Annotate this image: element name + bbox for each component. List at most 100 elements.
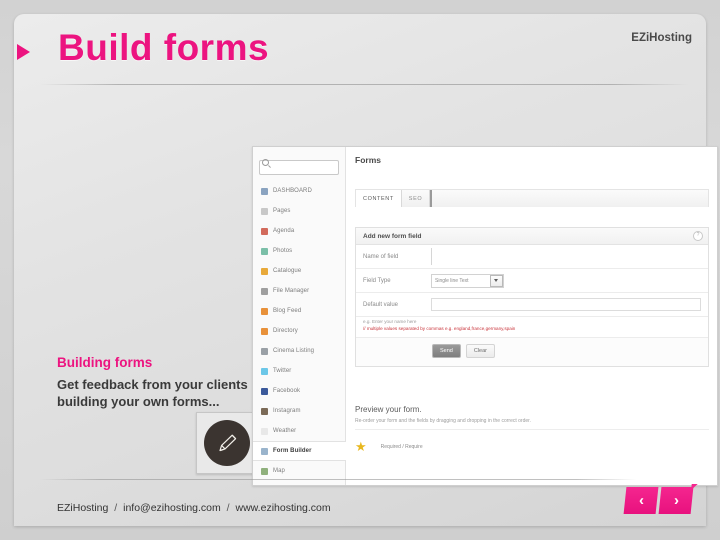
name-of-field-row: Name of field — [356, 245, 708, 269]
sidebar-item[interactable]: DASHBOARD — [253, 181, 345, 201]
sidebar-item-label: Map — [273, 468, 285, 474]
panel-button-row: Send Clear — [356, 337, 708, 366]
sidebar-menu: DASHBOARD Pages Agenda Photos Catalogue File … — [253, 181, 346, 481]
sidebar-item-label: Weather — [273, 428, 297, 434]
sidebar-item-label: Twitter — [273, 368, 292, 374]
dashboard-icon — [261, 187, 268, 195]
screenshot-main-pane: Forms CONTENT SEO Add new form field ? Na… — [346, 147, 717, 485]
sidebar-item[interactable]: Directory — [253, 321, 345, 341]
sidebar-item-label: Facebook — [273, 388, 301, 394]
pencil-thumbnail — [196, 412, 258, 474]
screenshot-sidebar: DASHBOARD Pages Agenda Photos Catalogue File … — [253, 147, 346, 485]
brand-label: EZiHosting — [631, 32, 692, 44]
chevron-down-icon[interactable] — [489, 274, 503, 287]
sidebar-item-label: Photos — [273, 248, 293, 254]
tab-bar: CONTENT SEO — [355, 189, 709, 207]
tab-end-divider — [430, 190, 433, 207]
sidebar-item[interactable]: Facebook — [253, 381, 345, 401]
field-type-row: Field Type Single line Text — [356, 269, 708, 293]
footer-text: EZiHosting / info@ezihosting.com / www.e… — [57, 502, 331, 514]
hint-red-text: // multiple values separated by commas e… — [363, 325, 516, 331]
sidebar-item[interactable]: Catalogue — [253, 261, 345, 281]
clear-button[interactable]: Clear — [465, 343, 496, 358]
instagram-icon — [261, 407, 268, 415]
sidebar-item[interactable]: Map — [253, 461, 345, 481]
footer-divider — [40, 479, 636, 480]
sidebar-item[interactable]: Form Builder — [253, 441, 346, 461]
product-screenshot: DASHBOARD Pages Agenda Photos Catalogue File … — [252, 146, 718, 486]
cinema-listing-icon — [261, 347, 268, 355]
preview-subtitle: Re-order your form and the fields by dra… — [355, 414, 709, 430]
sidebar-item[interactable]: Photos — [253, 241, 345, 261]
sidebar-item[interactable]: File Manager — [253, 281, 345, 301]
copy-body: Get feedback from your clients by buildi… — [57, 377, 267, 410]
slide-background: Build forms EZiHosting Building forms Ge… — [0, 0, 720, 540]
tab-seo[interactable]: SEO — [402, 190, 431, 207]
hint-grey-text: e.g. Enter your name here — [363, 319, 417, 324]
slide-card: Build forms EZiHosting Building forms Ge… — [14, 14, 718, 526]
next-slide-button[interactable]: › — [658, 487, 694, 514]
sidebar-item[interactable]: Instagram — [253, 401, 345, 421]
panel-header: Add new form field ? — [356, 228, 708, 245]
copy-heading: Building forms — [57, 355, 153, 370]
chevron-left-icon: ‹ — [638, 492, 644, 509]
file-manager-icon — [261, 287, 268, 295]
agenda-icon — [261, 227, 268, 235]
default-value-input[interactable] — [431, 298, 701, 311]
field-type-label: Field Type — [363, 277, 391, 284]
page-title: Build forms — [58, 27, 270, 68]
sidebar-item-label: Directory — [273, 328, 298, 334]
footer-separator-2: / — [226, 502, 230, 514]
sidebar-item-label: File Manager — [273, 288, 310, 294]
preview-section: Preview your form. Re-order your form an… — [355, 405, 709, 453]
field-type-value: Single line Text — [435, 277, 469, 284]
header-divider — [40, 84, 688, 85]
question-mark-icon[interactable]: ? — [693, 231, 703, 241]
sidebar-item-label: Instagram — [273, 408, 301, 414]
twitter-icon — [261, 367, 268, 375]
default-value-row: Default value — [356, 293, 708, 317]
send-button[interactable]: Send — [432, 343, 461, 358]
required-label: Required / Require — [380, 443, 423, 450]
footer-separator-1: / — [114, 502, 118, 514]
search-icon — [262, 158, 269, 166]
photos-icon — [261, 247, 268, 255]
field-type-select[interactable]: Single line Text — [431, 273, 504, 288]
default-value-label: Default value — [363, 301, 399, 308]
sidebar-item-label: Catalogue — [273, 268, 302, 274]
footer-website[interactable]: www.ezihosting.com — [236, 502, 331, 514]
sidebar-item[interactable]: Twitter — [253, 361, 345, 381]
star-icon: ★ — [355, 439, 367, 454]
sidebar-item-label: DASHBOARD — [273, 188, 312, 194]
search-field-wrapper[interactable] — [259, 155, 339, 175]
chevron-right-icon: › — [673, 492, 679, 509]
form-builder-icon — [261, 447, 268, 455]
name-of-field-label: Name of field — [363, 253, 399, 260]
pane-title: Forms — [355, 155, 381, 165]
catalogue-icon — [261, 267, 268, 275]
weather-icon — [261, 427, 268, 435]
name-of-field-input[interactable] — [431, 248, 701, 265]
sidebar-item-label: Pages — [273, 208, 291, 214]
sidebar-item[interactable]: Pages — [253, 201, 345, 221]
hint-row: e.g. Enter your name here // multiple va… — [356, 317, 708, 338]
sidebar-item[interactable]: Cinema Listing — [253, 341, 345, 361]
play-triangle-icon — [17, 44, 30, 60]
footer-email[interactable]: info@ezihosting.com — [123, 502, 221, 514]
preview-title: Preview your form. — [355, 405, 422, 414]
previous-slide-button[interactable]: ‹ — [623, 487, 659, 514]
pencil-icon — [204, 420, 250, 466]
sidebar-item[interactable]: Agenda — [253, 221, 345, 241]
directory-icon — [261, 327, 268, 335]
sidebar-item-label: Form Builder — [273, 448, 312, 454]
map-icon — [261, 467, 268, 475]
footer-company: EZiHosting — [57, 502, 109, 514]
preview-required-row: ★ Required / Require — [355, 430, 709, 453]
sidebar-item-label: Cinema Listing — [273, 348, 315, 354]
sidebar-item[interactable]: Blog Feed — [253, 301, 345, 321]
sidebar-item-label: Agenda — [273, 228, 295, 234]
sidebar-item-label: Blog Feed — [273, 308, 302, 314]
tab-content[interactable]: CONTENT — [356, 190, 402, 207]
sidebar-item[interactable]: Weather — [253, 421, 345, 441]
add-field-panel: Add new form field ? Name of field Field… — [355, 227, 709, 367]
